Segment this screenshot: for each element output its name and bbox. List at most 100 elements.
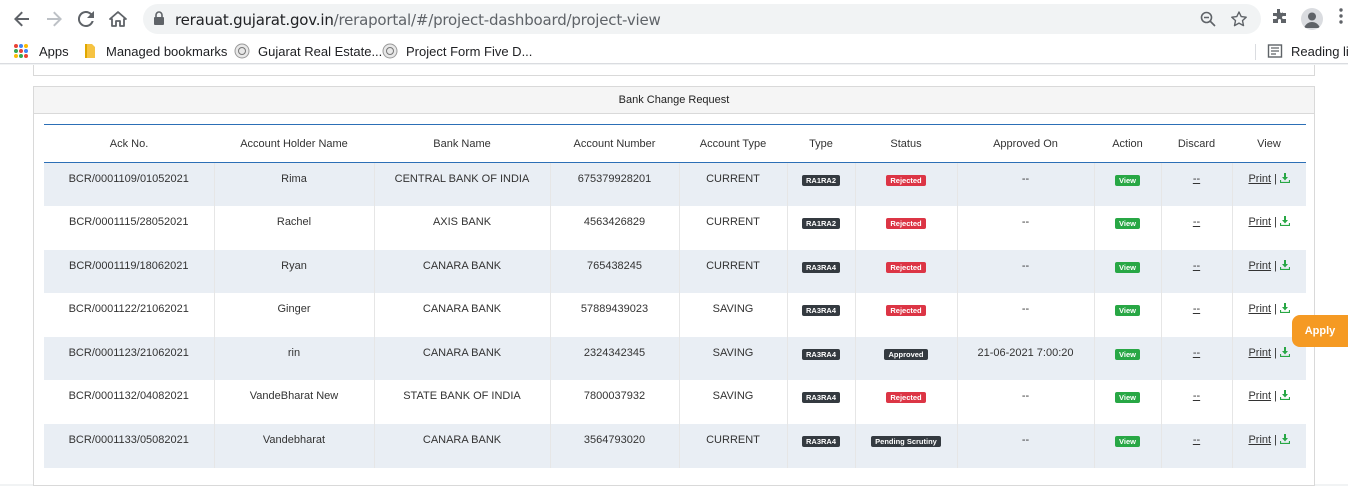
cell-account-type: SAVING	[679, 336, 788, 381]
table-row: BCR/0001133/05082021 Vandebharat CANARA BA…	[44, 424, 1306, 468]
forward-arrow-icon[interactable]	[43, 8, 65, 30]
view-button[interactable]: View	[1115, 218, 1140, 230]
table-row: BCR/0001123/21062021 rin CANARA BANK 232434…	[44, 336, 1306, 381]
download-icon[interactable]	[1280, 346, 1291, 357]
cell-discard: --	[1161, 424, 1233, 468]
bookmark-apps[interactable]: Apps	[13, 42, 69, 60]
cell-status: Rejected	[855, 206, 958, 250]
discard-link[interactable]: --	[1193, 434, 1200, 446]
star-bookmark-icon[interactable]	[1231, 11, 1247, 27]
cell-account-number: 765438245	[550, 249, 680, 294]
extensions-icon[interactable]	[1268, 8, 1290, 30]
cell-account-type: CURRENT	[679, 206, 788, 250]
print-link[interactable]: Print	[1248, 216, 1271, 228]
cell-account-number: 57889439023	[550, 293, 680, 337]
folder-icon	[85, 44, 95, 58]
view-button[interactable]: View	[1115, 436, 1140, 448]
discard-link[interactable]: --	[1193, 260, 1200, 272]
cell-account-type: SAVING	[679, 293, 788, 337]
print-link[interactable]: Print	[1248, 173, 1271, 185]
cell-type: RA3RA4	[787, 336, 856, 381]
cell-view: Print |	[1232, 424, 1306, 468]
download-icon[interactable]	[1280, 216, 1291, 227]
download-icon[interactable]	[1280, 434, 1291, 445]
cell-approved-on: --	[957, 206, 1095, 250]
header-approved-on[interactable]: Approved On	[957, 124, 1094, 163]
cell-status: Pending Scrutiny	[855, 424, 958, 468]
header-bank-name[interactable]: Bank Name	[374, 124, 550, 163]
download-icon[interactable]	[1280, 390, 1291, 401]
lock-icon[interactable]	[153, 11, 165, 25]
view-button[interactable]: View	[1115, 348, 1140, 360]
bookmark-managed[interactable]: Managed bookmarks	[82, 42, 227, 60]
type-badge: RA1RA2	[801, 218, 840, 230]
cell-account-holder: Vandebharat	[214, 424, 375, 468]
print-link[interactable]: Print	[1248, 260, 1271, 272]
cell-type: RA3RA4	[787, 380, 856, 425]
print-link[interactable]: Print	[1248, 434, 1271, 446]
table-row: BCR/0001109/01052021 Rima CENTRAL BANK OF …	[44, 162, 1306, 207]
print-link[interactable]: Print	[1248, 303, 1271, 315]
header-ack-no[interactable]: Ack No.	[44, 124, 214, 163]
cell-discard: --	[1161, 380, 1233, 425]
cell-account-holder: Rachel	[214, 206, 375, 250]
status-badge: Rejected	[886, 218, 926, 230]
table-row: BCR/0001115/28052021 Rachel AXIS BANK 45634…	[44, 206, 1306, 250]
separator: |	[1274, 259, 1277, 272]
url-text[interactable]: rerauat.gujarat.gov.in/reraportal/#/proj…	[175, 11, 661, 29]
cell-discard: --	[1161, 162, 1233, 207]
cell-view: Print |	[1232, 249, 1306, 294]
cell-status: Rejected	[855, 293, 958, 337]
cell-account-holder: Ginger	[214, 293, 375, 337]
discard-link[interactable]: --	[1193, 390, 1200, 402]
gujarat-rera-logo-icon	[234, 43, 250, 59]
header-status[interactable]: Status	[855, 124, 957, 163]
download-icon[interactable]	[1280, 303, 1291, 314]
download-icon[interactable]	[1280, 173, 1291, 183]
header-type[interactable]: Type	[787, 124, 855, 163]
reload-icon[interactable]	[75, 8, 97, 30]
zoom-icon[interactable]	[1200, 11, 1216, 27]
menu-kebab-icon[interactable]	[1330, 8, 1348, 30]
apply-button[interactable]: Apply	[1292, 315, 1348, 347]
cell-discard: --	[1161, 249, 1233, 294]
cell-bank-name: STATE BANK OF INDIA	[374, 380, 551, 425]
bookmark-project-form[interactable]: Project Form Five D...	[382, 42, 532, 60]
separator: |	[1274, 303, 1277, 316]
cell-action: View	[1094, 336, 1162, 381]
view-button[interactable]: View	[1115, 392, 1140, 404]
discard-link[interactable]: --	[1193, 347, 1200, 359]
discard-link[interactable]: --	[1193, 216, 1200, 228]
view-button[interactable]: View	[1115, 175, 1140, 186]
header-discard: Discard	[1161, 124, 1232, 163]
print-link[interactable]: Print	[1248, 347, 1271, 359]
type-badge: RA3RA4	[801, 436, 840, 448]
cell-approved-on: --	[957, 293, 1095, 337]
status-badge: Pending Scrutiny	[871, 436, 941, 448]
cell-account-holder: Ryan	[214, 249, 375, 294]
cell-ack-no: BCR/0001115/28052021	[44, 206, 215, 250]
view-button[interactable]: View	[1115, 305, 1140, 317]
home-icon[interactable]	[107, 8, 129, 30]
print-link[interactable]: Print	[1248, 390, 1271, 402]
status-badge: Rejected	[886, 175, 926, 186]
reading-list-icon	[1267, 44, 1283, 58]
view-button[interactable]: View	[1115, 261, 1140, 273]
header-account-type[interactable]: Account Type	[679, 124, 787, 163]
bookmark-gujarat-real-estate[interactable]: Gujarat Real Estate...	[234, 42, 382, 60]
cell-account-holder: Rima	[214, 162, 375, 207]
cell-ack-no: BCR/0001133/05082021	[44, 424, 215, 468]
header-account-number[interactable]: Account Number	[550, 124, 679, 163]
address-bar[interactable]: rerauat.gujarat.gov.in/reraportal/#/proj…	[143, 4, 1261, 34]
back-arrow-icon[interactable]	[11, 8, 33, 30]
download-icon[interactable]	[1280, 259, 1291, 270]
profile-avatar-icon[interactable]	[1301, 8, 1323, 30]
status-badge: Approved	[884, 348, 928, 360]
discard-link[interactable]: --	[1193, 173, 1200, 185]
header-account-holder[interactable]: Account Holder Name	[214, 124, 374, 163]
bookmark-reading-list[interactable]: Reading lis	[1267, 42, 1348, 60]
cell-account-holder: rin	[214, 336, 375, 381]
previous-panel-bottom	[33, 65, 1315, 76]
discard-link[interactable]: --	[1193, 303, 1200, 315]
table-row: BCR/0001132/04082021 VandeBharat New STATE…	[44, 380, 1306, 425]
